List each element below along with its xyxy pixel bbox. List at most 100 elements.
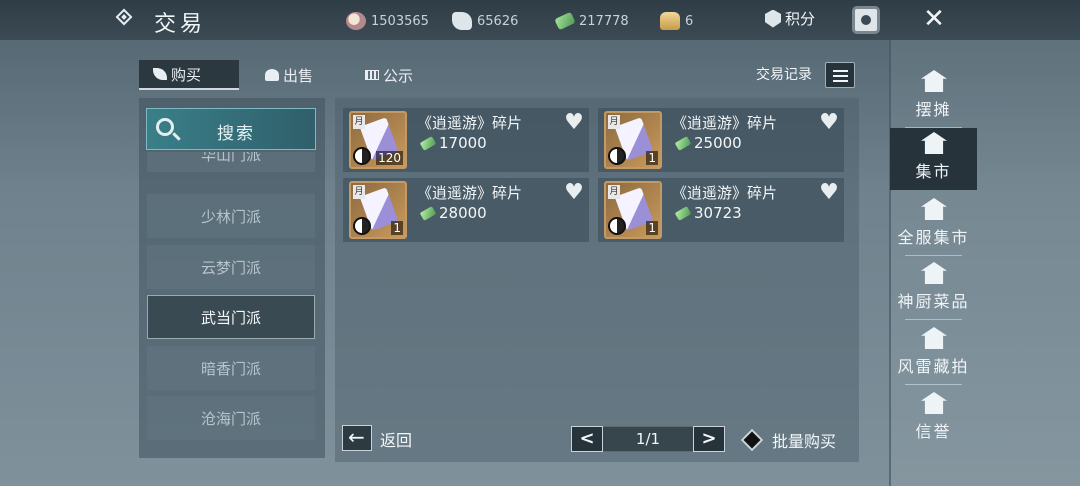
search-button[interactable]: 搜索 (146, 108, 316, 150)
medal-icon (765, 9, 781, 28)
item-tag: 月 (608, 185, 620, 199)
sect-item-yunmeng[interactable]: 云梦门派 (147, 245, 315, 289)
nav-item-reputation[interactable]: 信誉 (890, 388, 977, 450)
sect-label: 华山门派 (200, 152, 261, 164)
search-icon (156, 118, 174, 136)
currency-value: 217778 (579, 13, 629, 29)
bulk-buy-label[interactable]: 批量购买 (772, 428, 836, 452)
nav-label: 摆摊 (915, 100, 952, 119)
item-tag: 月 (353, 115, 365, 129)
sect-label: 暗香门派 (200, 359, 261, 378)
item-quantity: 1 (646, 221, 658, 235)
pavilion-icon (921, 70, 947, 92)
currency-value: 65626 (477, 13, 519, 29)
silver-coin-icon (346, 12, 366, 30)
currency-gold-ingot: 6 (660, 10, 693, 32)
nav-item-server-market[interactable]: 全服集市 (890, 194, 977, 256)
item-thumbnail: 月 1 (349, 181, 407, 239)
jade-icon (554, 11, 576, 31)
jade-icon (674, 135, 692, 151)
list-icon[interactable] (825, 62, 855, 88)
taiji-icon (608, 147, 626, 165)
tab-buy[interactable]: 购买 (139, 60, 239, 90)
item-price: 28000 (419, 204, 487, 222)
item-quantity: 120 (376, 151, 403, 165)
notice-board-icon (365, 70, 379, 80)
sect-label: 武当门派 (200, 308, 261, 327)
listing-card[interactable]: 月 1 《逍遥游》碎片 28000 ♥ (343, 178, 589, 242)
nav-item-auction[interactable]: 风雷藏拍 (890, 323, 977, 385)
gavel-icon (921, 327, 947, 349)
scale-icon (921, 198, 947, 220)
jade-icon (674, 205, 692, 221)
nav-label: 信誉 (915, 422, 952, 441)
listing-card[interactable]: 月 1 《逍遥游》碎片 25000 ♥ (598, 108, 844, 172)
tab-notice[interactable]: 公示 (351, 60, 427, 90)
next-page-button[interactable]: > (693, 426, 725, 452)
item-thumbnail: 月 1 (604, 111, 662, 169)
item-quantity: 1 (391, 221, 403, 235)
price-value: 30723 (694, 204, 742, 222)
currency-value: 6 (685, 13, 694, 29)
search-label: 搜索 (217, 124, 255, 144)
tab-label: 公示 (383, 66, 414, 85)
currency-ingot: 65626 (452, 10, 518, 32)
taiji-icon (608, 217, 626, 235)
jade-icon (419, 135, 437, 151)
price-value: 17000 (439, 134, 487, 152)
nav-label: 集市 (915, 162, 952, 181)
sect-item-canghai[interactable]: 沧海门派 (147, 396, 315, 440)
divider (905, 255, 962, 256)
favorite-heart-icon[interactable]: ♥ (563, 182, 585, 204)
sect-item-huashan[interactable]: 华山门派 (147, 152, 315, 172)
page-title: 交易 (154, 12, 207, 37)
currency-jade: 217778 (554, 10, 629, 32)
item-name: 《逍遥游》碎片 (417, 184, 523, 202)
tab-sell[interactable]: 出售 (251, 60, 327, 90)
price-value: 25000 (694, 134, 742, 152)
back-arrow-icon[interactable] (342, 425, 372, 451)
price-value: 28000 (439, 204, 487, 222)
listing-card[interactable]: 月 1 《逍遥游》碎片 30723 ♥ (598, 178, 844, 242)
prev-page-button[interactable]: < (571, 426, 603, 452)
settings-gear-icon[interactable] (852, 6, 880, 34)
close-icon[interactable]: ✕ (920, 4, 948, 34)
trade-records-link[interactable]: 交易记录 (756, 64, 812, 84)
sect-label: 沧海门派 (200, 409, 261, 428)
nav-item-stall[interactable]: 摆摊 (890, 66, 977, 128)
points-label: 积分 (785, 10, 816, 28)
leaf-icon (153, 68, 167, 80)
nav-item-chef-dishes[interactable]: 神厨菜品 (890, 258, 977, 320)
favorite-heart-icon[interactable]: ♥ (563, 112, 585, 134)
favorite-heart-icon[interactable]: ♥ (818, 182, 840, 204)
points-button[interactable]: 积分 (765, 8, 815, 29)
back-button[interactable]: 返回 (380, 427, 412, 451)
currency-silver: 1503565 (346, 10, 429, 32)
tab-label: 出售 (283, 66, 314, 85)
favorite-heart-icon[interactable]: ♥ (818, 112, 840, 134)
item-tag: 月 (353, 185, 365, 199)
nav-label: 神厨菜品 (897, 292, 970, 311)
tab-label: 购买 (171, 65, 202, 84)
gold-ingot-icon (660, 12, 680, 30)
listing-card[interactable]: 月 120 《逍遥游》碎片 17000 ♥ (343, 108, 589, 172)
item-thumbnail: 月 120 (349, 111, 407, 169)
item-name: 《逍遥游》碎片 (672, 114, 778, 132)
sect-item-anxiang[interactable]: 暗香门派 (147, 346, 315, 390)
item-price: 25000 (674, 134, 742, 152)
taiji-icon (353, 217, 371, 235)
sect-label: 少林门派 (200, 207, 261, 226)
page-indicator: 1/1 (603, 426, 693, 452)
item-price: 17000 (419, 134, 487, 152)
hand-icon (265, 69, 279, 81)
item-quantity: 1 (646, 151, 658, 165)
sect-item-shaolin[interactable]: 少林门派 (147, 194, 315, 238)
divider (905, 384, 962, 385)
sect-item-wudang[interactable]: 武当门派 (147, 295, 315, 339)
scale-icon (921, 132, 947, 154)
item-tag: 月 (608, 115, 620, 129)
nav-item-market[interactable]: 集市 (890, 128, 977, 190)
trade-tabs: 购买 出售 公示 (139, 60, 859, 90)
item-name: 《逍遥游》碎片 (672, 184, 778, 202)
taiji-icon (353, 147, 371, 165)
